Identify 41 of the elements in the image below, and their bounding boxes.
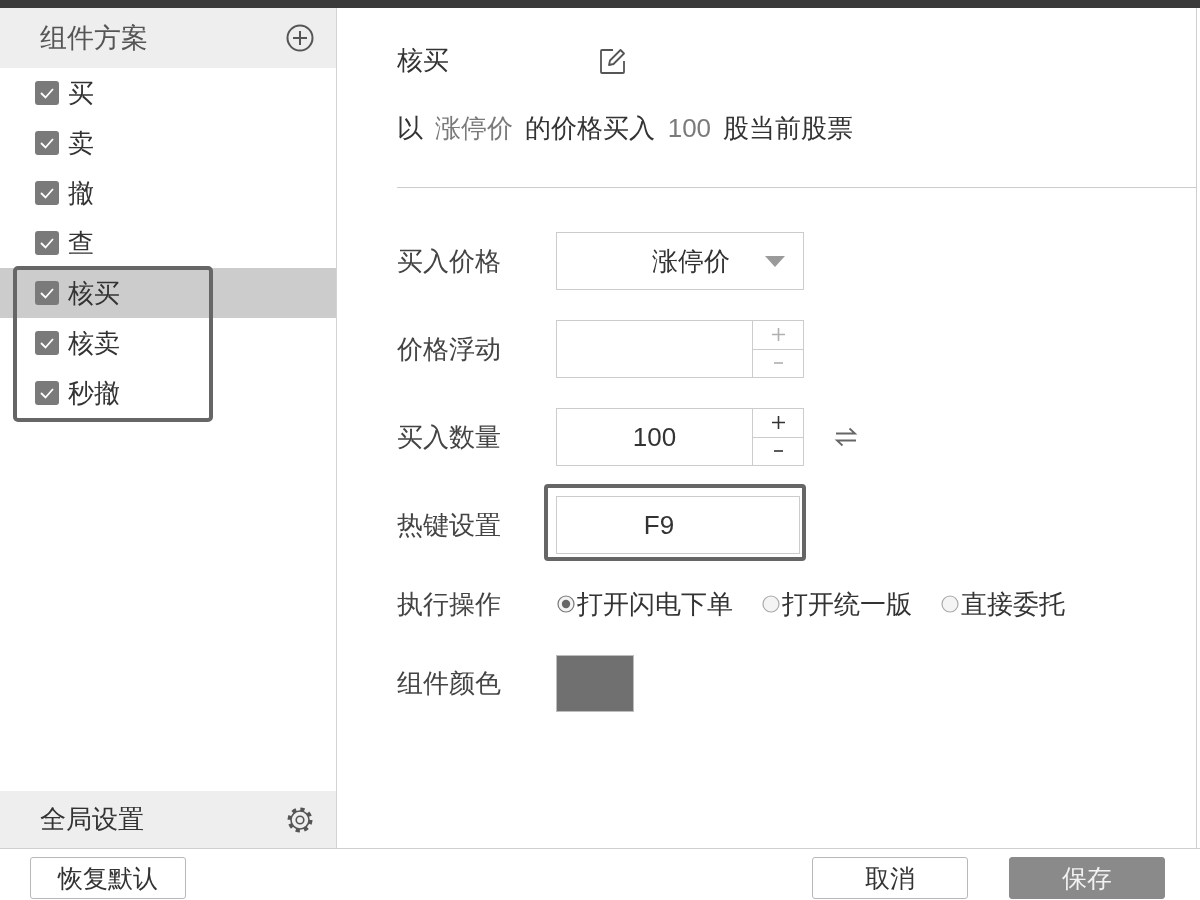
sidebar-item[interactable]: 查: [0, 218, 336, 268]
sidebar-item[interactable]: 撤: [0, 168, 336, 218]
radio-icon[interactable]: [941, 595, 959, 613]
field-label: 买入价格: [397, 244, 502, 278]
edit-icon[interactable]: [599, 46, 627, 74]
field-label: 买入数量: [397, 420, 502, 454]
sidebar-item[interactable]: 秒撤: [0, 368, 336, 418]
field-label: 价格浮动: [397, 332, 502, 366]
add-icon[interactable]: [286, 24, 314, 52]
checkbox[interactable]: [35, 281, 59, 305]
secondary-button[interactable]: 恢复默认: [30, 857, 186, 899]
hotkey-field[interactable]: F9: [556, 496, 800, 554]
radio-icon[interactable]: [557, 595, 575, 613]
radio-option[interactable]: 打开统一版: [762, 586, 912, 622]
checkbox[interactable]: [35, 131, 59, 155]
checkbox[interactable]: [35, 81, 59, 105]
checkbox[interactable]: [35, 381, 59, 405]
global-settings-button[interactable]: 全局设置: [0, 791, 336, 848]
input-field[interactable]: 100: [557, 409, 752, 465]
sidebar-item[interactable]: 核买: [0, 268, 336, 318]
component-title: 核买: [397, 43, 450, 77]
field-label: 热键设置: [397, 508, 502, 542]
sidebar-item[interactable]: 卖: [0, 118, 336, 168]
sidebar-title: 组件方案: [40, 22, 148, 55]
checkbox[interactable]: [35, 181, 59, 205]
radio-option[interactable]: 直接委托: [941, 586, 1065, 622]
color-swatch[interactable]: [556, 654, 634, 712]
description-text: 以 涨停价 的价格买入 100 股当前股票: [397, 112, 855, 144]
checkbox[interactable]: [35, 331, 59, 355]
sidebar-item[interactable]: 买: [0, 68, 336, 118]
checkbox[interactable]: [35, 231, 59, 255]
field-label: 执行操作: [397, 587, 502, 621]
dropdown[interactable]: 涨停价: [556, 232, 804, 290]
swap-arrows-icon[interactable]: [834, 426, 858, 448]
secondary-button[interactable]: 取消: [812, 857, 968, 899]
field-label: 组件颜色: [397, 666, 502, 700]
sidebar-item[interactable]: 核卖: [0, 318, 336, 368]
caret-icon: [765, 255, 785, 267]
radio-icon[interactable]: [762, 595, 780, 613]
radio-option[interactable]: 打开闪电下单: [557, 586, 733, 622]
settings-icon: [286, 805, 314, 834]
